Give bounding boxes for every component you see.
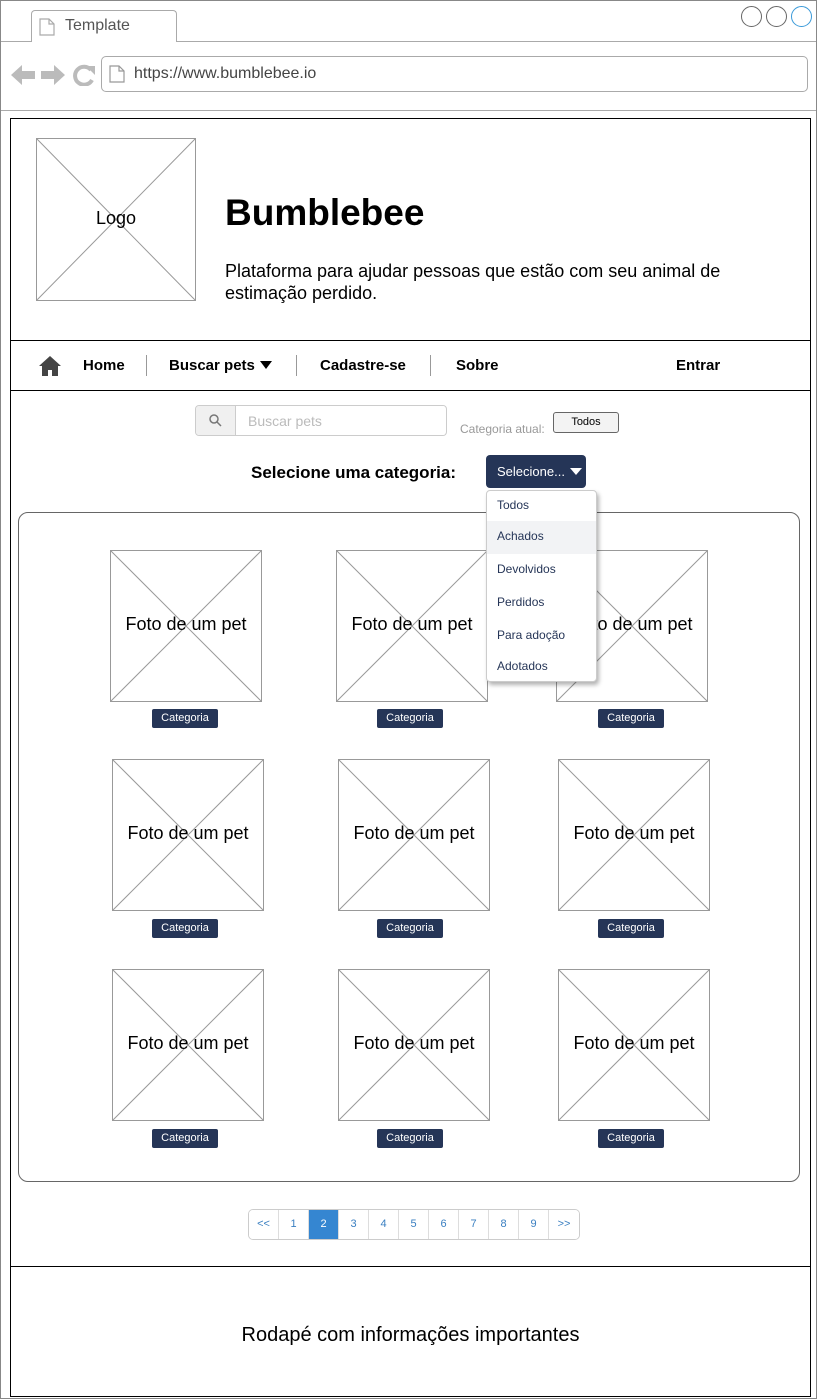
- category-badge[interactable]: Categoria: [152, 1129, 218, 1148]
- pet-photo[interactable]: Foto de um pet: [110, 550, 262, 702]
- pagination-page[interactable]: 9: [519, 1210, 549, 1239]
- dropdown-option-perdidos[interactable]: Perdidos: [487, 588, 596, 620]
- category-select-label: Selecione uma categoria:: [251, 463, 457, 482]
- chevron-down-icon: [259, 361, 272, 369]
- pet-photo[interactable]: Foto de um pet: [336, 550, 488, 702]
- pagination-page[interactable]: 1: [279, 1210, 309, 1239]
- dropdown-option-adotados[interactable]: Adotados: [487, 652, 596, 684]
- address-bar-row: https://www.bumblebee.io: [1, 42, 816, 111]
- pagination-page-active[interactable]: 2: [309, 1210, 339, 1239]
- pagination-page[interactable]: 3: [339, 1210, 369, 1239]
- nav-divider: [296, 355, 297, 376]
- footer-text: Rodapé com informações importantes: [241, 1324, 580, 1346]
- pet-photo[interactable]: Foto de um pet: [558, 969, 710, 1121]
- minimize-button[interactable]: [741, 6, 762, 27]
- pagination-page[interactable]: 4: [369, 1210, 399, 1239]
- category-badge[interactable]: Categoria: [377, 709, 443, 728]
- browser-tab[interactable]: Template: [31, 10, 177, 42]
- dropdown-option-para-adocao[interactable]: Para adoção: [487, 621, 596, 653]
- nav-buscar-pets[interactable]: Buscar pets: [169, 357, 272, 374]
- nav-divider: [146, 355, 147, 376]
- current-category-button[interactable]: Todos: [553, 412, 619, 433]
- pagination-first[interactable]: <<: [249, 1210, 279, 1239]
- site-subtitle: Plataforma para ajudar pessoas que estão…: [225, 261, 721, 303]
- pagination-page[interactable]: 8: [489, 1210, 519, 1239]
- home-icon[interactable]: [39, 356, 61, 381]
- pagination-page[interactable]: 6: [429, 1210, 459, 1239]
- page-icon: [109, 65, 125, 88]
- category-badge[interactable]: Categoria: [598, 919, 664, 938]
- nav-cadastre-se[interactable]: Cadastre-se: [320, 357, 406, 374]
- url-field[interactable]: https://www.bumblebee.io: [101, 56, 808, 92]
- search-box: [195, 405, 447, 436]
- pagination-last[interactable]: >>: [549, 1210, 579, 1239]
- dropdown-option-achados[interactable]: Achados: [487, 521, 596, 554]
- category-select-text: Selecione...: [497, 464, 565, 479]
- category-badge[interactable]: Categoria: [377, 919, 443, 938]
- pet-photo[interactable]: Foto de um pet: [112, 969, 264, 1121]
- main-nav: Home Buscar pets Cadastre-se Sobre Entra…: [11, 341, 810, 391]
- site-footer: Rodapé com informações importantes: [11, 1266, 810, 1396]
- forward-arrow-icon[interactable]: [41, 64, 65, 91]
- pet-photo-label: Foto de um pet: [573, 1033, 695, 1053]
- pet-photo-label: Foto de um pet: [353, 1033, 475, 1053]
- category-badge[interactable]: Categoria: [598, 709, 664, 728]
- back-arrow-icon[interactable]: [11, 64, 35, 91]
- pet-photo-label: Foto de um pet: [573, 823, 695, 843]
- logo-label: Logo: [95, 208, 137, 228]
- document-icon: [39, 18, 55, 41]
- tab-bar: Template: [1, 1, 816, 42]
- pet-photo-label: Foto de um pet: [127, 823, 249, 843]
- pet-photo-label: Foto de um pet: [127, 1033, 249, 1053]
- reload-icon[interactable]: [72, 64, 96, 91]
- dropdown-option-todos[interactable]: Todos: [487, 491, 596, 523]
- pet-photo-label: Foto de um pet: [125, 614, 247, 634]
- pet-grid-panel: Foto de um pet Categoria Foto de um pet …: [18, 512, 800, 1182]
- nav-home[interactable]: Home: [83, 357, 125, 374]
- category-badge[interactable]: Categoria: [152, 709, 218, 728]
- pagination-page[interactable]: 5: [399, 1210, 429, 1239]
- logo-placeholder: Logo: [36, 138, 196, 301]
- close-button[interactable]: [791, 6, 812, 27]
- tab-title: Template: [65, 17, 130, 34]
- page-frame: Logo Bumblebee Plataforma para ajudar pe…: [10, 118, 811, 1397]
- search-icon[interactable]: [196, 406, 236, 435]
- category-badge[interactable]: Categoria: [152, 919, 218, 938]
- nav-divider: [430, 355, 431, 376]
- nav-buscar-label: Buscar pets: [169, 357, 255, 374]
- pet-photo[interactable]: Foto de um pet: [112, 759, 264, 911]
- site-header: Logo Bumblebee Plataforma para ajudar pe…: [11, 119, 810, 341]
- current-category-label: Categoria atual:: [460, 422, 545, 436]
- nav-entrar[interactable]: Entrar: [676, 357, 720, 374]
- category-badge[interactable]: Categoria: [598, 1129, 664, 1148]
- url-text: https://www.bumblebee.io: [134, 65, 317, 82]
- category-badge[interactable]: Categoria: [377, 1129, 443, 1148]
- site-title: Bumblebee: [225, 192, 425, 233]
- search-input[interactable]: [237, 406, 445, 435]
- pagination: << 1 2 3 4 5 6 7 8 9 >>: [248, 1209, 580, 1240]
- dropdown-option-devolvidos[interactable]: Devolvidos: [487, 555, 596, 587]
- pet-photo[interactable]: Foto de um pet: [338, 969, 490, 1121]
- pet-photo-label: Foto de um pet: [353, 823, 475, 843]
- pet-photo-label: Foto de um pet: [351, 614, 473, 634]
- maximize-button[interactable]: [766, 6, 787, 27]
- caret-down-icon: [569, 468, 582, 475]
- nav-sobre[interactable]: Sobre: [456, 357, 499, 374]
- pet-photo[interactable]: Foto de um pet: [338, 759, 490, 911]
- pagination-page[interactable]: 7: [459, 1210, 489, 1239]
- category-dropdown-menu: Todos Achados Devolvidos Perdidos Para a…: [486, 490, 597, 682]
- category-select-button[interactable]: Selecione...: [486, 455, 586, 488]
- pet-photo[interactable]: Foto de um pet: [558, 759, 710, 911]
